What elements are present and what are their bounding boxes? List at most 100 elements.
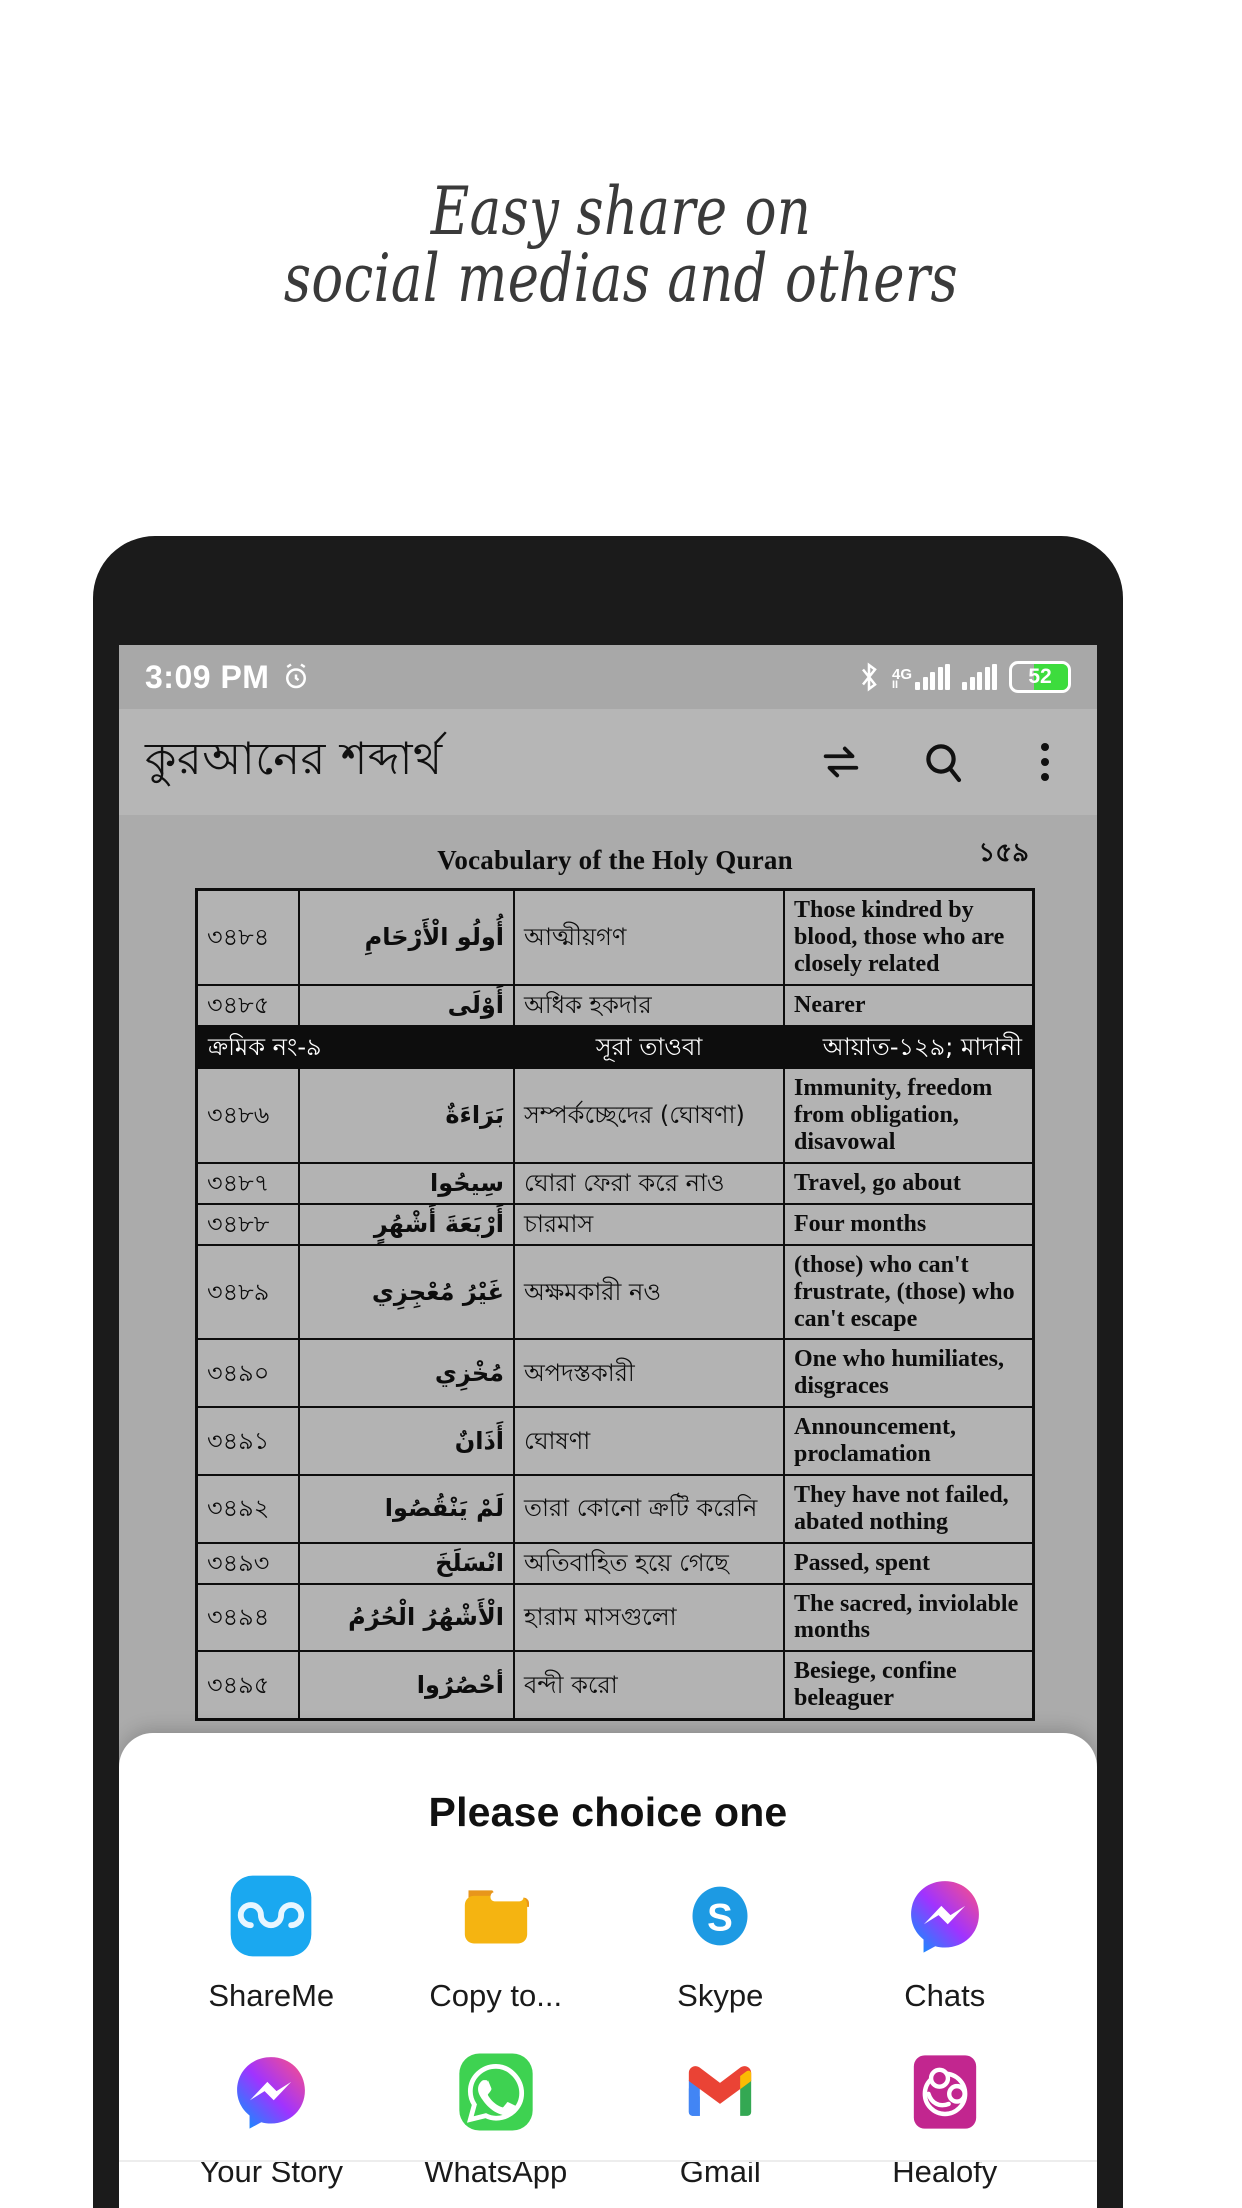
entry-english: Travel, go about bbox=[783, 1162, 1035, 1205]
document-page: Vocabulary of the Holy Quran ১৫৯ ৩৪৮৪ أُو… bbox=[195, 838, 1035, 1721]
entry-arabic: أَذَانٌ bbox=[298, 1406, 515, 1476]
entry-number: ৩৪৯০ bbox=[195, 1338, 300, 1409]
signal-bars-icon bbox=[915, 664, 950, 690]
table-row: ৩৪৮৭ سِيحُوا ঘোরা ফেরা করে নাও Travel, go a… bbox=[195, 1162, 1035, 1205]
table-row: ৩৪৯৫ أحْصُرُوا বন্দী করো Besiege, confine b… bbox=[195, 1650, 1035, 1721]
bluetooth-icon bbox=[858, 662, 880, 692]
entry-arabic: بَرَاءَةٌ bbox=[298, 1067, 515, 1164]
entry-english: (those) who can't frustrate, (those) who… bbox=[783, 1243, 1035, 1341]
svg-text:S: S bbox=[707, 1897, 733, 1940]
entry-arabic: أُولُو الْأَرْحَامِ bbox=[298, 888, 515, 986]
share-sheet-divider bbox=[119, 2160, 1097, 2162]
table-row: ৩৪৮৯ غَيْرُ مُعْجِزِي অক্ষমকারী নও (those) … bbox=[195, 1243, 1035, 1341]
toolbar-actions bbox=[815, 736, 1071, 788]
entry-arabic: انْسَلَخَ bbox=[298, 1541, 515, 1585]
table-row: ৩৪৯২ لَمْ يَنْقُصُوا তারা কোনো ক্রটি করেনি… bbox=[195, 1473, 1035, 1544]
promo-headline-line-2: social medias and others bbox=[283, 240, 959, 318]
skype-icon: S bbox=[674, 1870, 766, 1962]
share-sheet-title: Please choice one bbox=[428, 1789, 788, 1835]
share-target-whatsapp[interactable]: WhatsApp bbox=[384, 2046, 609, 2190]
messenger-story-icon bbox=[225, 2046, 317, 2138]
entry-number: ৩৪৯২ bbox=[195, 1473, 300, 1544]
table-row: ৩৪৯০ مُخْزِي অপদস্তকারী One who humiliates,… bbox=[195, 1338, 1035, 1409]
entry-english: Announcement, proclamation bbox=[783, 1406, 1035, 1476]
promo-headline-line-1: Easy share on bbox=[430, 173, 812, 250]
entry-english: The sacred, inviolable months bbox=[783, 1582, 1035, 1653]
surah-serial: ক্রমিক নং-৯ bbox=[195, 1024, 515, 1070]
entry-arabic: أحْصُرُوا bbox=[298, 1650, 515, 1721]
entry-arabic: مُخْزِي bbox=[298, 1338, 515, 1409]
status-bar-clock: 3:09 PM bbox=[145, 658, 270, 695]
phone-mockup: 3:09 PM 4G II 52 কুরআনের শব্দার্থ Vocabu… bbox=[93, 536, 1123, 2208]
entry-bangla: চারমাস bbox=[513, 1202, 785, 1246]
entry-arabic: أَوْلَى bbox=[298, 983, 515, 1027]
entry-bangla: ঘোষণা bbox=[513, 1406, 785, 1476]
app-toolbar: কুরআনের শব্দার্থ bbox=[119, 709, 1097, 815]
battery-icon: 52 bbox=[1009, 661, 1071, 693]
promo-headline: Easy share on social medias and others bbox=[124, 178, 1118, 313]
status-bar: 3:09 PM 4G II 52 bbox=[119, 645, 1097, 709]
folder-icon bbox=[450, 1870, 542, 1962]
vocabulary-table: ৩৪৮৪ أُولُو الْأَرْحَامِ আত্মীয়গণ Those ki… bbox=[195, 888, 1035, 1721]
entry-arabic: أَرْبَعَةَ أَشْهُرٍ bbox=[298, 1202, 515, 1246]
share-target-shareme[interactable]: ShareMe bbox=[159, 1870, 384, 2014]
entry-bangla: অধিক হকদার bbox=[513, 983, 785, 1027]
entry-english: Immunity, freedom from obligation, disav… bbox=[783, 1067, 1035, 1164]
entry-english: Those kindred by blood, those who are cl… bbox=[783, 888, 1035, 986]
document-page-number: ১৫৯ bbox=[978, 838, 1029, 868]
share-target-label: Chats bbox=[904, 1978, 986, 2013]
entry-number: ৩৪৮৬ bbox=[195, 1067, 300, 1164]
more-vertical-icon[interactable] bbox=[1019, 736, 1071, 788]
entry-english: They have not failed, abated nothing bbox=[783, 1473, 1035, 1544]
share-target-gmail[interactable]: Gmail bbox=[608, 2046, 833, 2190]
entry-number: ৩৪৯৫ bbox=[195, 1650, 300, 1721]
share-target-label: Skype bbox=[677, 1978, 764, 2013]
signal-bars-icon-secondary bbox=[962, 664, 997, 690]
entry-bangla: সম্পর্কচ্ছেদের (ঘোষণা) bbox=[513, 1067, 785, 1164]
entry-number: ৩৪৮৮ bbox=[195, 1202, 300, 1246]
search-icon[interactable] bbox=[917, 736, 969, 788]
swap-arrows-icon[interactable] bbox=[815, 736, 867, 788]
entry-number: ৩৪৯৩ bbox=[195, 1541, 300, 1585]
app-title: কুরআনের শব্দার্থ bbox=[145, 731, 443, 785]
battery-percent-label: 52 bbox=[1028, 665, 1052, 688]
table-row: ৩৪৮৬ بَرَاءَةٌ সম্পর্কচ্ছেদের (ঘোষণা) Immun… bbox=[195, 1067, 1035, 1164]
table-row: ৩৪৮৫ أَوْلَى অধিক হকদার Nearer bbox=[195, 983, 1035, 1027]
entry-arabic: الْأَشْهُرُ الْحُرُمُ bbox=[298, 1582, 515, 1653]
share-target-skype[interactable]: S Skype bbox=[608, 1870, 833, 2014]
entry-english: One who humiliates, disgraces bbox=[783, 1338, 1035, 1409]
entry-bangla: তারা কোনো ক্রটি করেনি bbox=[513, 1473, 785, 1544]
share-target-chats[interactable]: Chats bbox=[833, 1870, 1058, 2014]
entry-number: ৩৪৮৭ bbox=[195, 1162, 300, 1205]
alarm-clock-icon bbox=[281, 662, 311, 692]
entry-bangla: আত্মীয়গণ bbox=[513, 888, 785, 986]
entry-arabic: لَمْ يَنْقُصُوا bbox=[298, 1473, 515, 1544]
share-target-copy-to[interactable]: Copy to... bbox=[384, 1870, 609, 2014]
entry-number: ৩৪৮৫ bbox=[195, 983, 300, 1027]
entry-number: ৩৪৯৪ bbox=[195, 1582, 300, 1653]
entry-english: Four months bbox=[783, 1202, 1035, 1246]
share-target-your-story[interactable]: Your Story bbox=[159, 2046, 384, 2190]
status-bar-right: 4G II 52 bbox=[858, 661, 1071, 693]
entry-bangla: অপদস্তকারী bbox=[513, 1338, 785, 1409]
table-row: ৩৪৯১ أَذَانٌ ঘোষণা Announcement, proclamati… bbox=[195, 1406, 1035, 1476]
surah-name: সূরা তাওবা bbox=[513, 1024, 785, 1070]
entry-bangla: অতিবাহিত হয়ে গেছে bbox=[513, 1541, 785, 1585]
table-row: ৩৪৮৮ أَرْبَعَةَ أَشْهُرٍ চারমাস Four months bbox=[195, 1202, 1035, 1246]
phone-screen: 3:09 PM 4G II 52 কুরআনের শব্দার্থ Vocabu… bbox=[119, 645, 1097, 2208]
entry-arabic: غَيْرُ مُعْجِزِي bbox=[298, 1243, 515, 1341]
entry-bangla: বন্দী করো bbox=[513, 1650, 785, 1721]
healofy-icon bbox=[899, 2046, 991, 2138]
status-bar-left: 3:09 PM bbox=[145, 659, 311, 696]
share-target-healofy[interactable]: Healofy bbox=[833, 2046, 1058, 2190]
surah-meta: আয়াত-১২৯; মাদানী bbox=[783, 1024, 1035, 1070]
surah-banner-row: ক্রমিক নং-৯ সূরা তাওবা আয়াত-১২৯; মাদানী bbox=[195, 1024, 1035, 1070]
share-target-label: Copy to... bbox=[429, 1978, 563, 2013]
entry-english: Nearer bbox=[783, 983, 1035, 1027]
network-type-label: 4G II bbox=[891, 666, 912, 691]
entry-bangla: ঘোরা ফেরা করে নাও bbox=[513, 1162, 785, 1205]
document-page-header: Vocabulary of the Holy Quran ১৫৯ bbox=[195, 838, 1035, 888]
entry-english: Besiege, confine beleaguer bbox=[783, 1650, 1035, 1721]
table-row: ৩৪৯৩ انْسَلَخَ অতিবাহিত হয়ে গেছে Passed, s… bbox=[195, 1541, 1035, 1585]
shareme-icon bbox=[225, 1870, 317, 1962]
